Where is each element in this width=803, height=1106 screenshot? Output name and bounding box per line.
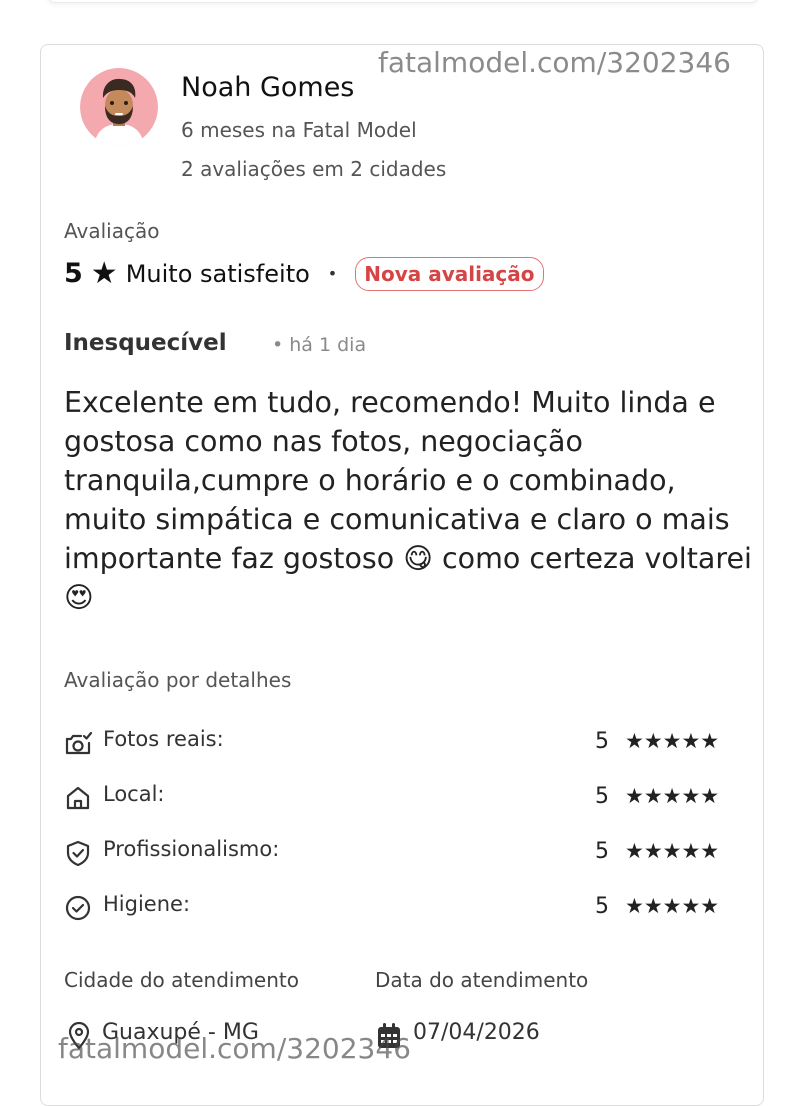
detail-row-fotos-reais: Fotos reais: 5 ★★★★★ [64,727,744,759]
detail-row-profissionalismo: Profissionalismo: 5 ★★★★★ [64,837,744,869]
rating-row: 5 ★ Muito satisfeito • Nova avaliação [64,256,544,291]
rating-label: Avaliação [64,219,160,243]
detail-value: 5 [595,729,609,754]
star-icon: ★ [90,256,118,291]
detail-label: Higiene: [103,892,191,916]
detail-value: 5 [595,894,609,919]
check-circle-icon [64,894,94,922]
detail-label: Fotos reais: [103,727,224,751]
watermark-top: fatalmodel.com/3202346 [378,46,731,79]
detail-label: Profissionalismo: [103,837,280,861]
details-label: Avaliação por detalhes [64,668,292,692]
detail-stars: ★★★★★ [625,839,720,863]
detail-value: 5 [595,839,609,864]
rating-text: Muito satisfeito [125,259,310,288]
detail-row-local: Local: 5 ★★★★★ [64,782,744,814]
camera-check-icon [64,729,94,757]
detail-value: 5 [595,784,609,809]
avatar [80,68,158,146]
rating-score: 5 [64,258,83,289]
detail-stars: ★★★★★ [625,894,720,918]
new-review-badge: Nova avaliação [355,256,544,291]
detail-stars: ★★★★★ [625,729,720,753]
date-label: Data do atendimento [375,968,589,992]
detail-row-higiene: Higiene: 5 ★★★★★ [64,892,744,924]
review-count: 2 avaliações em 2 cidades [181,157,447,181]
member-since: 6 meses na Fatal Model [181,118,417,142]
review-title: Inesquecível [64,330,227,356]
detail-stars: ★★★★★ [625,784,720,808]
shield-check-icon [64,839,94,867]
review-time: • há 1 dia [272,334,367,356]
reviewer-name[interactable]: Noah Gomes [181,72,354,103]
city-label: Cidade do atendimento [64,968,299,992]
separator-dot: • [327,264,338,283]
watermark-bottom: fatalmodel.com/3202346 [58,1032,411,1065]
previous-card-edge [46,0,760,3]
date-value: 07/04/2026 [413,1020,540,1045]
detail-label: Local: [103,782,165,806]
review-text: Excelente em tudo, recomendo! Muito lind… [64,386,752,614]
home-icon [64,784,94,812]
